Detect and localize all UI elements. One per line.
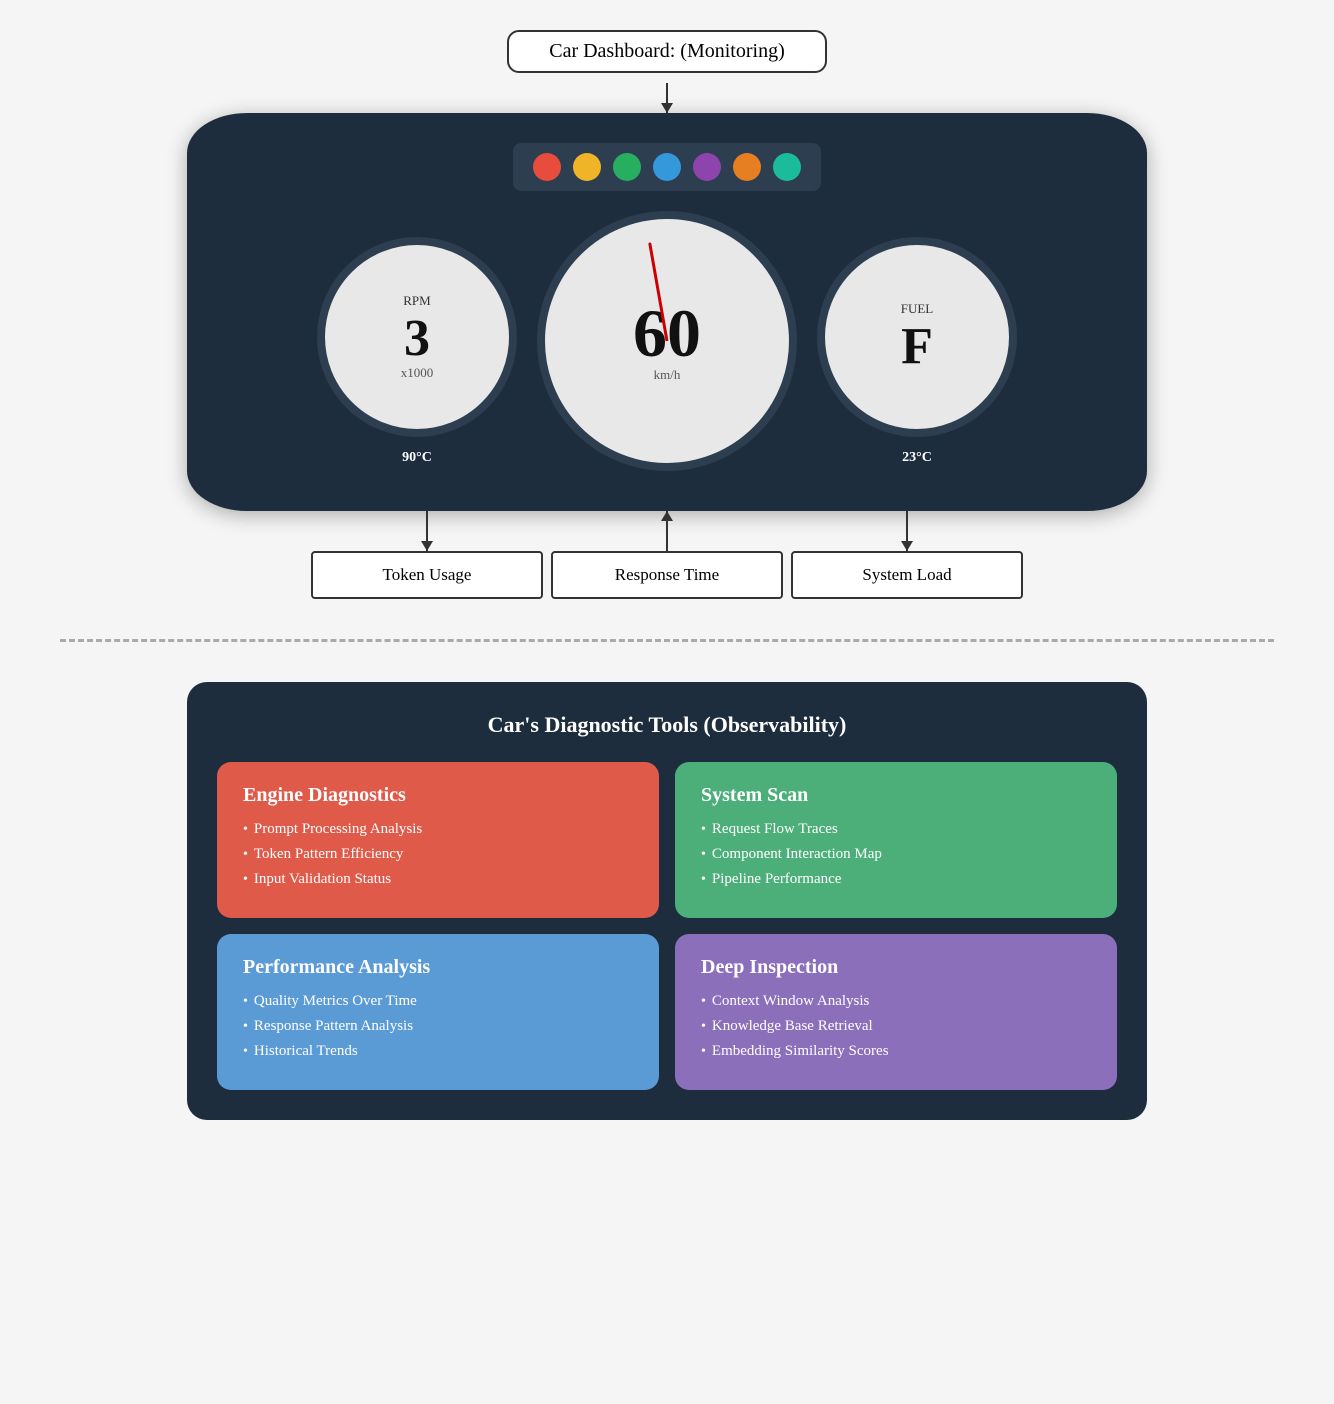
speed-unit: km/h (654, 367, 681, 383)
system-card-title: System Scan (701, 784, 1091, 807)
connector-section (307, 511, 1027, 551)
deep-card-title: Deep Inspection (701, 956, 1091, 979)
response-arrow (666, 511, 668, 551)
bullet-icon: • (701, 822, 706, 838)
performance-item-2: • Response Pattern Analysis (243, 1018, 633, 1035)
metric-labels: Token Usage Response Time System Load (307, 551, 1027, 599)
token-usage-label: Token Usage (311, 551, 543, 599)
sysload-arrow (906, 511, 908, 551)
diagnostic-title: Car's Diagnostic Tools (Observability) (217, 712, 1117, 738)
engine-item-3: • Input Validation Status (243, 871, 633, 888)
sysload-connector (807, 511, 1007, 551)
engine-item-2: • Token Pattern Efficiency (243, 846, 633, 863)
fuel-label: FUEL (901, 301, 934, 317)
left-temp-badge: 90°C (386, 445, 448, 471)
speed-gauge: 60 km/h (537, 211, 797, 471)
dashboard-title: Car Dashboard: (Monitoring) (549, 40, 785, 62)
token-arrow (426, 511, 428, 551)
title-arrow (666, 83, 668, 113)
fuel-value: F (901, 321, 933, 373)
bullet-icon: • (243, 822, 248, 838)
performance-item-3: • Historical Trends (243, 1043, 633, 1060)
dot-teal (773, 153, 801, 181)
dashboard-title-box: Car Dashboard: (Monitoring) (507, 30, 827, 83)
dot-yellow (573, 153, 601, 181)
bullet-icon: • (701, 994, 706, 1010)
dot-green (613, 153, 641, 181)
rpm-value: 3 (404, 313, 430, 365)
dot-blue (653, 153, 681, 181)
right-temp-badge: 23°C (886, 445, 948, 471)
fuel-gauge: FUEL F (817, 237, 1017, 437)
bullet-icon: • (701, 1044, 706, 1060)
dot-orange (733, 153, 761, 181)
engine-item-1: • Prompt Processing Analysis (243, 821, 633, 838)
response-connector (567, 511, 767, 551)
system-item-3: • Pipeline Performance (701, 871, 1091, 888)
deep-item-1: • Context Window Analysis (701, 993, 1091, 1010)
diagnostic-container: Car's Diagnostic Tools (Observability) E… (187, 682, 1147, 1120)
dot-red (533, 153, 561, 181)
rpm-unit: x1000 (401, 365, 434, 381)
system-load-label: System Load (791, 551, 1023, 599)
bullet-icon: • (701, 847, 706, 863)
performance-item-1: • Quality Metrics Over Time (243, 993, 633, 1010)
system-item-1: • Request Flow Traces (701, 821, 1091, 838)
engine-diagnostics-card: Engine Diagnostics • Prompt Processing A… (217, 762, 659, 918)
bullet-icon: • (243, 872, 248, 888)
performance-card-title: Performance Analysis (243, 956, 633, 979)
system-item-2: • Component Interaction Map (701, 846, 1091, 863)
bullet-icon: • (701, 1019, 706, 1035)
performance-analysis-card: Performance Analysis • Quality Metrics O… (217, 934, 659, 1090)
bullet-icon: • (701, 872, 706, 888)
gauges-row: RPM 3 x1000 90°C 60 km/h FUEL F 23°C (317, 211, 1017, 471)
bullet-icon: • (243, 994, 248, 1010)
system-scan-card: System Scan • Request Flow Traces • Comp… (675, 762, 1117, 918)
bullet-icon: • (243, 1044, 248, 1060)
bullet-icon: • (243, 1019, 248, 1035)
token-connector (327, 511, 527, 551)
fuel-gauge-wrap: FUEL F 23°C (817, 237, 1017, 471)
dashed-divider (60, 639, 1274, 642)
response-time-label: Response Time (551, 551, 783, 599)
rpm-gauge: RPM 3 x1000 (317, 237, 517, 437)
dot-purple (693, 153, 721, 181)
car-dashboard: RPM 3 x1000 90°C 60 km/h FUEL F 23°C (187, 113, 1147, 511)
diagnostic-grid: Engine Diagnostics • Prompt Processing A… (217, 762, 1117, 1090)
dots-bar (513, 143, 821, 191)
rpm-gauge-wrap: RPM 3 x1000 90°C (317, 237, 517, 471)
deep-inspection-card: Deep Inspection • Context Window Analysi… (675, 934, 1117, 1090)
speed-gauge-wrap: 60 km/h (537, 211, 797, 471)
rpm-label: RPM (403, 293, 430, 309)
engine-card-title: Engine Diagnostics (243, 784, 633, 807)
bullet-icon: • (243, 847, 248, 863)
deep-item-3: • Embedding Similarity Scores (701, 1043, 1091, 1060)
deep-item-2: • Knowledge Base Retrieval (701, 1018, 1091, 1035)
